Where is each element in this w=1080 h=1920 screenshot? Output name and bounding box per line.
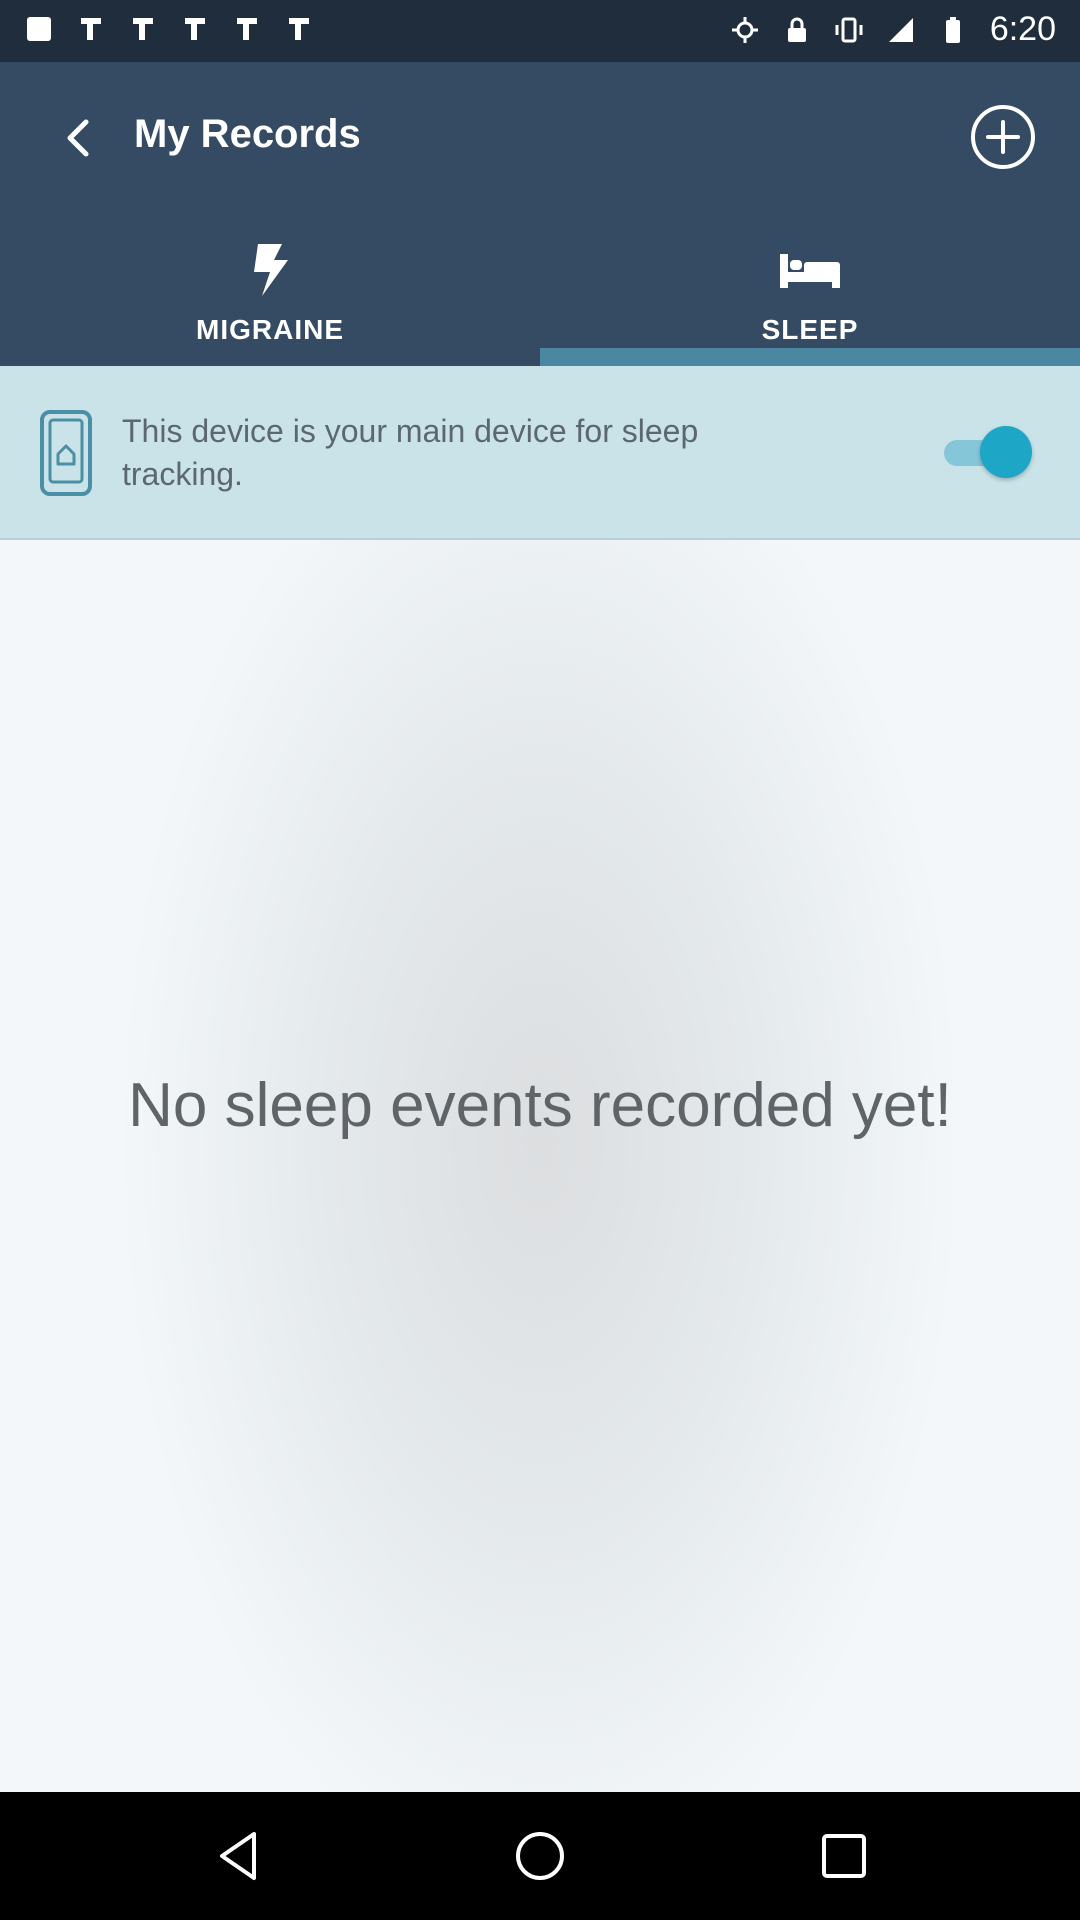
notification-icon xyxy=(27,17,51,41)
app-header: My Records MIGRAINE SLEEP xyxy=(0,62,1080,366)
battery-icon xyxy=(945,16,960,43)
phone-home-icon xyxy=(40,410,92,496)
bed-icon xyxy=(780,254,840,288)
records-content: No sleep events recorded yet! xyxy=(0,540,1080,1792)
nav-recents-icon[interactable] xyxy=(814,1826,874,1886)
tab-migraine-label: MIGRAINE xyxy=(196,314,344,345)
main-device-text: This device is your main device for slee… xyxy=(122,413,699,492)
gps-icon xyxy=(731,16,758,43)
page-title: My Records xyxy=(134,112,361,156)
vibrate-icon xyxy=(835,17,863,42)
main-device-banner: This device is your main device for slee… xyxy=(0,366,1080,540)
tab-sleep-label: SLEEP xyxy=(761,314,859,345)
status-indicators: 6:20 xyxy=(730,10,1056,49)
tab-sleep[interactable]: SLEEP xyxy=(540,222,1080,366)
toggle-thumb xyxy=(980,426,1032,478)
notification-icon xyxy=(185,18,205,40)
status-bar: 6:20 xyxy=(0,0,1080,62)
notification-icon xyxy=(289,18,309,40)
lightning-icon xyxy=(254,244,288,296)
notification-icon xyxy=(81,18,101,40)
notification-icon xyxy=(133,18,153,40)
tab-bar: MIGRAINE SLEEP xyxy=(0,222,1080,366)
system-nav-bar xyxy=(0,1792,1080,1920)
nav-back-icon[interactable] xyxy=(210,1826,270,1886)
back-arrow-icon[interactable] xyxy=(52,110,108,166)
tab-selected-indicator xyxy=(540,348,1080,366)
notification-icon xyxy=(237,18,257,40)
tab-migraine[interactable]: MIGRAINE xyxy=(0,222,540,366)
main-device-toggle[interactable] xyxy=(944,426,1034,478)
nav-home-icon[interactable] xyxy=(510,1826,570,1886)
add-circle-icon[interactable] xyxy=(968,102,1038,172)
lock-icon xyxy=(787,17,806,42)
status-notifications xyxy=(24,14,314,44)
status-time: 6:20 xyxy=(989,10,1056,48)
empty-state-message: No sleep events recorded yet! xyxy=(128,1071,952,1140)
signal-icon xyxy=(888,17,913,42)
